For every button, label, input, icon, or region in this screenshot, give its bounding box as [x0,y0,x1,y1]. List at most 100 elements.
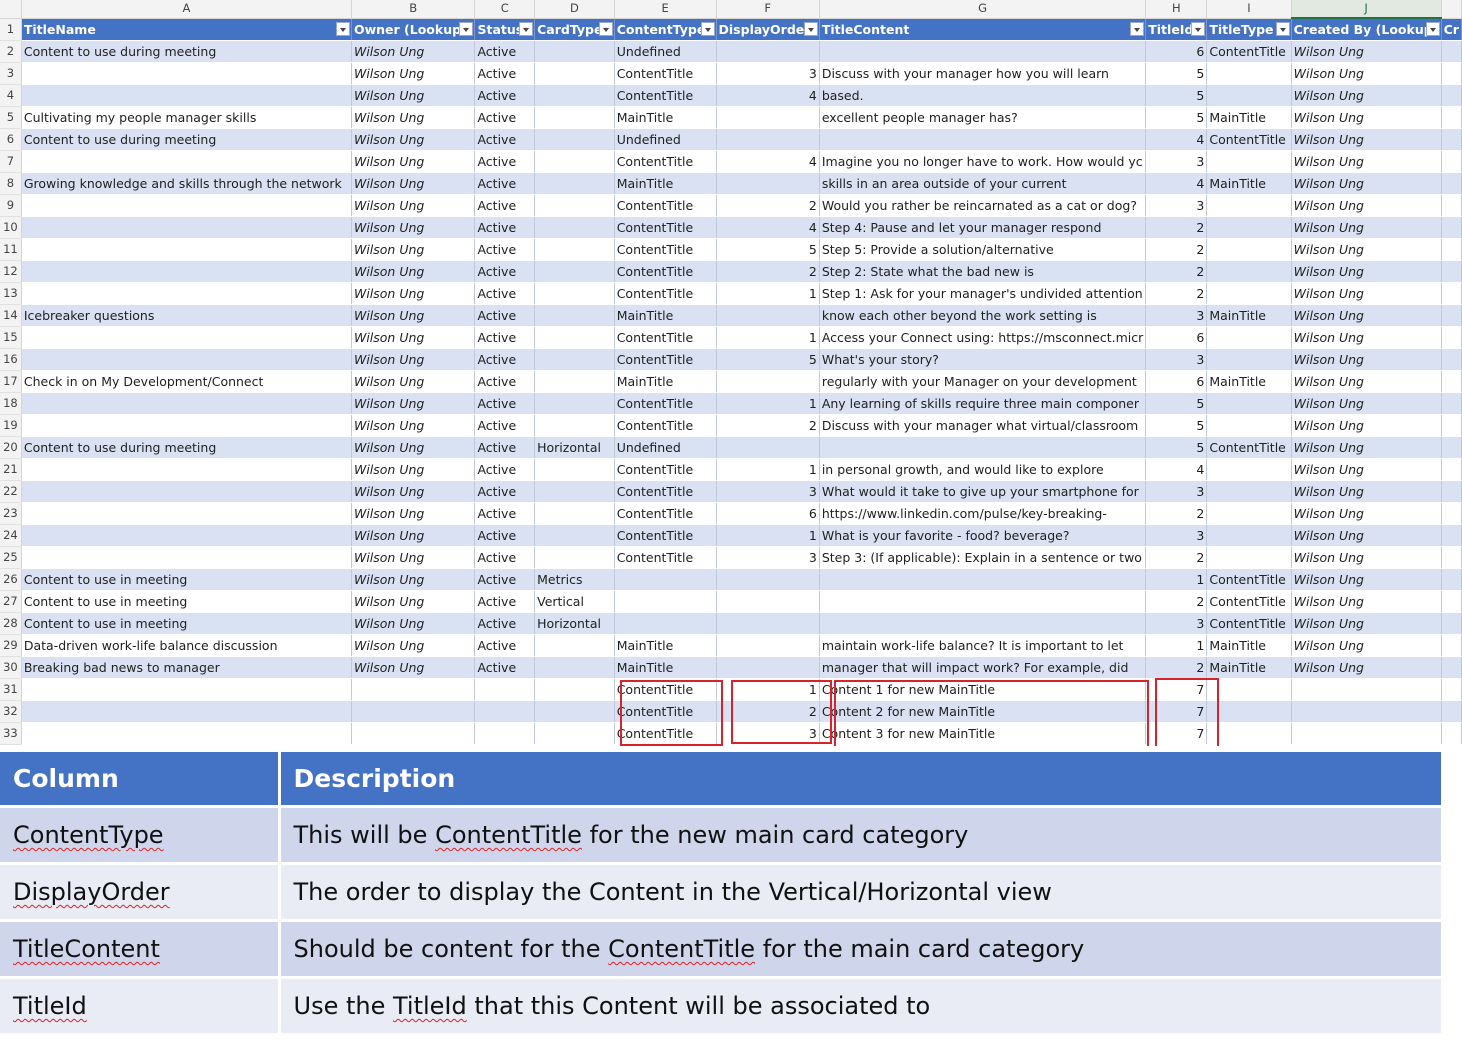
cell-c[interactable]: Active [474,546,536,569]
column-letter-c[interactable]: C [474,0,536,19]
cell-a[interactable] [21,216,352,239]
row-number[interactable]: 13 [0,282,22,305]
cell-d[interactable] [534,414,615,437]
cell-a[interactable] [21,480,352,503]
cell-b[interactable]: Wilson Ung [351,590,476,613]
cell-b[interactable]: Wilson Ung [351,106,476,129]
cell-i[interactable] [1206,458,1292,481]
column-letter-f[interactable]: F [716,0,820,19]
cell-g[interactable]: excellent people manager has? [819,106,1147,129]
cell-k[interactable] [1441,722,1462,745]
cell-f[interactable]: 2 [716,260,820,283]
cell-g[interactable] [819,436,1147,459]
cell-c[interactable]: Active [474,370,536,393]
cell-g[interactable]: Imagine you no longer have to work. How … [819,150,1147,173]
cell-e[interactable]: ContentTitle [614,282,717,305]
cell-b[interactable]: Wilson Ung [351,546,476,569]
cell-j[interactable]: Wilson Ung [1291,480,1442,503]
row-number[interactable]: 25 [0,546,22,569]
cell-e[interactable]: MainTitle [614,172,717,195]
cell-e[interactable]: ContentTitle [614,326,717,349]
cell-i[interactable] [1206,150,1292,173]
cell-f[interactable]: 5 [716,238,820,261]
cell-h[interactable]: 3 [1145,612,1208,635]
cell-e[interactable]: ContentTitle [614,524,717,547]
cell-j[interactable]: Wilson Ung [1291,150,1442,173]
column-letter-h[interactable]: H [1145,0,1208,19]
cell-d[interactable] [534,348,615,371]
cell-f[interactable] [716,436,820,459]
select-all-corner[interactable] [0,0,22,19]
cell-j[interactable]: Wilson Ung [1291,590,1442,613]
cell-a[interactable] [21,326,352,349]
row-number[interactable]: 14 [0,304,22,327]
row-number[interactable]: 4 [0,84,22,107]
cell-c[interactable]: Active [474,40,536,63]
cell-b[interactable]: Wilson Ung [351,568,476,591]
cell-i[interactable] [1206,524,1292,547]
row-number[interactable]: 27 [0,590,22,613]
cell-c[interactable]: Active [474,480,536,503]
cell-b[interactable]: Wilson Ung [351,84,476,107]
cell-k[interactable] [1441,348,1462,371]
cell-a[interactable]: Icebreaker questions [21,304,352,327]
cell-h[interactable]: 3 [1145,480,1208,503]
cell-b[interactable]: Wilson Ung [351,150,476,173]
cell-h[interactable]: 4 [1145,172,1208,195]
cell-i[interactable]: MainTitle [1206,634,1292,657]
cell-c[interactable]: Active [474,194,536,217]
cell-e[interactable]: ContentTitle [614,348,717,371]
row-number[interactable]: 23 [0,502,22,525]
cell-f[interactable]: 1 [716,524,820,547]
cell-c[interactable]: Active [474,656,536,679]
cell-d[interactable] [534,678,615,701]
cell-i[interactable]: MainTitle [1206,370,1292,393]
cell-e[interactable] [614,612,717,635]
cell-g[interactable]: skills in an area outside of your curren… [819,172,1147,195]
row-number[interactable]: 19 [0,414,22,437]
cell-j[interactable]: Wilson Ung [1291,546,1442,569]
cell-e[interactable]: ContentTitle [614,458,717,481]
cell-a[interactable]: Cultivating my people manager skills [21,106,352,129]
cell-d[interactable] [534,150,615,173]
cell-h[interactable]: 3 [1145,194,1208,217]
row-number[interactable]: 15 [0,326,22,349]
cell-c[interactable]: Active [474,150,536,173]
filter-dropdown-icon[interactable] [1191,21,1206,36]
filter-dropdown-icon[interactable] [335,21,350,36]
cell-k[interactable] [1441,436,1462,459]
cell-k[interactable] [1441,700,1462,723]
filter-dropdown-icon[interactable] [1275,21,1290,36]
cell-e[interactable]: ContentTitle [614,238,717,261]
cell-g[interactable]: Step 1: Ask for your manager's undivided… [819,282,1147,305]
row-number[interactable]: 7 [0,150,22,173]
filter-dropdown-icon[interactable] [459,21,474,36]
cell-b[interactable]: Wilson Ung [351,480,476,503]
column-letter-a[interactable]: A [21,0,352,19]
cell-b[interactable] [351,678,476,701]
cell-h[interactable]: 4 [1145,128,1208,151]
column-letter-d[interactable]: D [534,0,615,19]
cell-b[interactable]: Wilson Ung [351,62,476,85]
row-number[interactable]: 33 [0,722,22,745]
cell-f[interactable]: 3 [716,480,820,503]
cell-k[interactable] [1441,568,1462,591]
cell-f[interactable] [716,656,820,679]
cell-f[interactable]: 1 [716,326,820,349]
cell-e[interactable]: Undefined [614,40,717,63]
cell-f[interactable] [716,612,820,635]
cell-j[interactable]: Wilson Ung [1291,172,1442,195]
cell-e[interactable]: ContentTitle [614,414,717,437]
cell-j[interactable]: Wilson Ung [1291,62,1442,85]
cell-k[interactable] [1441,172,1462,195]
cell-f[interactable]: 2 [716,414,820,437]
cell-c[interactable]: Active [474,260,536,283]
cell-d[interactable]: Vertical [534,590,615,613]
cell-j[interactable] [1291,678,1442,701]
cell-d[interactable] [534,546,615,569]
cell-b[interactable]: Wilson Ung [351,282,476,305]
cell-g[interactable] [819,40,1147,63]
cell-k[interactable] [1441,590,1462,613]
cell-c[interactable]: Active [474,524,536,547]
filter-dropdown-icon[interactable] [1425,22,1440,36]
